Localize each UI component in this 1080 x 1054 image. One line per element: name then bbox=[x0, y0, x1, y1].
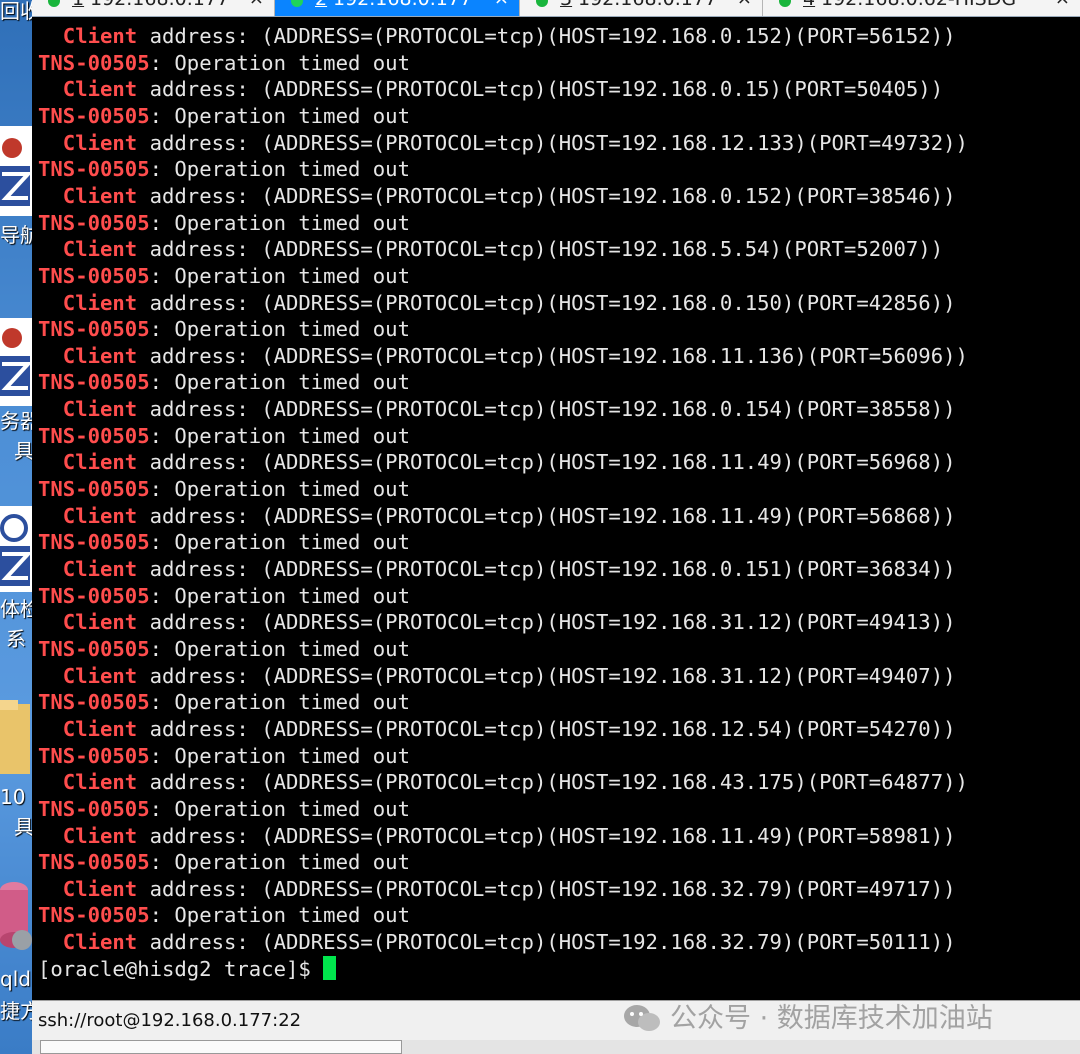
desktop-label: 10 bbox=[0, 785, 26, 809]
terminal-line-client: Client address: (ADDRESS=(PROTOCOL=tcp)(… bbox=[38, 24, 956, 48]
tab-host: 192.168.0.62-HISDG bbox=[821, 0, 1016, 10]
terminal-output[interactable]: Client address: (ADDRESS=(PROTOCOL=tcp)(… bbox=[32, 17, 1080, 1000]
terminal-line-error: TNS-00505: Operation timed out bbox=[38, 903, 410, 928]
wechat-icon bbox=[624, 1005, 660, 1031]
terminal-line-error: TNS-00505: Operation timed out bbox=[38, 636, 410, 661]
terminal-line-client: Client address: (ADDRESS=(PROTOCOL=tcp)(… bbox=[38, 130, 968, 155]
terminal-line-error: TNS-00505: Operation timed out bbox=[38, 423, 410, 448]
tab-number: 4 bbox=[803, 0, 815, 10]
app-shortcut-icon[interactable] bbox=[0, 126, 32, 216]
tab-number: 2 bbox=[315, 0, 327, 10]
terminal-line-error: TNS-00505: Operation timed out bbox=[38, 317, 410, 342]
tab-number: 1 bbox=[72, 0, 84, 10]
tab-session-4[interactable]: 4 192.168.0.62-HISDG × bbox=[763, 0, 1080, 16]
terminal-line-client: Client address: (ADDRESS=(PROTOCOL=tcp)(… bbox=[38, 343, 968, 368]
terminal-line-client: Client address: (ADDRESS=(PROTOCOL=tcp)(… bbox=[38, 823, 956, 848]
terminal-line-client: Client address: (ADDRESS=(PROTOCOL=tcp)(… bbox=[38, 876, 956, 901]
close-icon[interactable]: × bbox=[249, 0, 264, 9]
terminal-line-error: TNS-00505: Operation timed out bbox=[38, 103, 410, 128]
terminal-line-error: TNS-00505: Operation timed out bbox=[38, 583, 410, 608]
desktop-label: 体检 bbox=[0, 597, 32, 621]
shell-prompt[interactable]: [oracle@hisdg2 trace]$ bbox=[38, 955, 336, 982]
watermark: 公众号 · 数据库技术加油站 bbox=[622, 996, 993, 1035]
tab-session-2[interactable]: 2 192.168.0.177 × bbox=[275, 0, 520, 16]
terminal-line-error: TNS-00505: Operation timed out bbox=[38, 690, 410, 715]
terminal-line-client: Client address: (ADDRESS=(PROTOCOL=tcp)(… bbox=[38, 450, 956, 475]
tab-host: 192.168.0.177 bbox=[578, 0, 717, 10]
terminal-line-client: Client address: (ADDRESS=(PROTOCOL=tcp)(… bbox=[38, 397, 956, 422]
terminal-line-client: Client address: (ADDRESS=(PROTOCOL=tcp)(… bbox=[38, 183, 956, 208]
desktop-label: 捷方 bbox=[0, 999, 32, 1023]
tab-number: 3 bbox=[560, 0, 572, 10]
watermark-text: 公众号 · 数据库技术加油站 bbox=[670, 1003, 993, 1034]
terminal-line-client: Client address: (ADDRESS=(PROTOCOL=tcp)(… bbox=[38, 930, 956, 955]
desktop-background: 回收 导航 务器 具 体检 系 10 具 qld 捷方 bbox=[0, 0, 32, 1054]
terminal-line-error: TNS-00505: Operation timed out bbox=[38, 743, 410, 768]
terminal-line-error: TNS-00505: Operation timed out bbox=[38, 370, 410, 395]
connected-status-icon bbox=[779, 0, 791, 7]
screen: 回收 导航 务器 具 体检 系 10 具 qld 捷方 Client addre… bbox=[0, 0, 1080, 1054]
command-input-box[interactable] bbox=[40, 1040, 402, 1054]
session-tab-bar: 1 192.168.0.177 × 2 192.168.0.177 × 3 19… bbox=[32, 0, 1080, 17]
desktop-label: 导航 bbox=[0, 223, 32, 247]
terminal-line-client: Client address: (ADDRESS=(PROTOCOL=tcp)(… bbox=[38, 716, 956, 741]
terminal-line-client: Client address: (ADDRESS=(PROTOCOL=tcp)(… bbox=[38, 290, 956, 315]
tab-session-3[interactable]: 3 192.168.0.177 × bbox=[520, 0, 763, 16]
text-cursor bbox=[322, 955, 336, 980]
desktop-label: 务器 bbox=[0, 409, 32, 433]
terminal-line-error: TNS-00505: Operation timed out bbox=[38, 530, 410, 555]
terminal-line-error: TNS-00505: Operation timed out bbox=[38, 263, 410, 288]
close-icon[interactable]: × bbox=[494, 0, 509, 9]
terminal-line-error: TNS-00505: Operation timed out bbox=[38, 850, 410, 875]
tab-host: 192.168.0.177 bbox=[333, 0, 472, 10]
desktop-label: 系 bbox=[6, 627, 26, 651]
connection-status: ssh://root@192.168.0.177:22 bbox=[38, 1010, 302, 1031]
desktop-label: qld bbox=[0, 967, 31, 991]
connected-status-icon bbox=[48, 0, 60, 7]
terminal-line-error: TNS-00505: Operation timed out bbox=[38, 157, 410, 182]
app-shortcut-icon[interactable] bbox=[0, 318, 32, 406]
database-icon[interactable] bbox=[0, 880, 32, 964]
desktop-label: 回收 bbox=[0, 0, 32, 23]
close-icon[interactable]: × bbox=[737, 0, 752, 9]
terminal-line-client: Client address: (ADDRESS=(PROTOCOL=tcp)(… bbox=[38, 663, 956, 688]
tab-session-1[interactable]: 1 192.168.0.177 × bbox=[32, 0, 275, 16]
terminal-line-client: Client address: (ADDRESS=(PROTOCOL=tcp)(… bbox=[38, 503, 956, 528]
terminal-line-error: TNS-00505: Operation timed out bbox=[38, 210, 410, 235]
terminal-line-client: Client address: (ADDRESS=(PROTOCOL=tcp)(… bbox=[38, 610, 956, 635]
close-icon[interactable]: × bbox=[1055, 0, 1070, 9]
desktop-label: 具 bbox=[14, 439, 32, 463]
folder-icon[interactable] bbox=[0, 700, 32, 776]
terminal-line-client: Client address: (ADDRESS=(PROTOCOL=tcp)(… bbox=[38, 77, 944, 102]
terminal-line-client: Client address: (ADDRESS=(PROTOCOL=tcp)(… bbox=[38, 770, 968, 795]
terminal-line-error: TNS-00505: Operation timed out bbox=[38, 796, 410, 821]
terminal-line-client: Client address: (ADDRESS=(PROTOCOL=tcp)(… bbox=[38, 237, 944, 262]
tab-host: 192.168.0.177 bbox=[90, 0, 229, 10]
desktop-label: 具 bbox=[14, 815, 32, 839]
app-shortcut-icon[interactable] bbox=[0, 506, 32, 592]
terminal-line-error: TNS-00505: Operation timed out bbox=[38, 477, 410, 502]
connected-status-icon bbox=[536, 0, 548, 7]
terminal-line-error: TNS-00505: Operation timed out bbox=[38, 50, 410, 75]
connected-status-icon bbox=[291, 0, 303, 7]
terminal-line-client: Client address: (ADDRESS=(PROTOCOL=tcp)(… bbox=[38, 557, 956, 581]
